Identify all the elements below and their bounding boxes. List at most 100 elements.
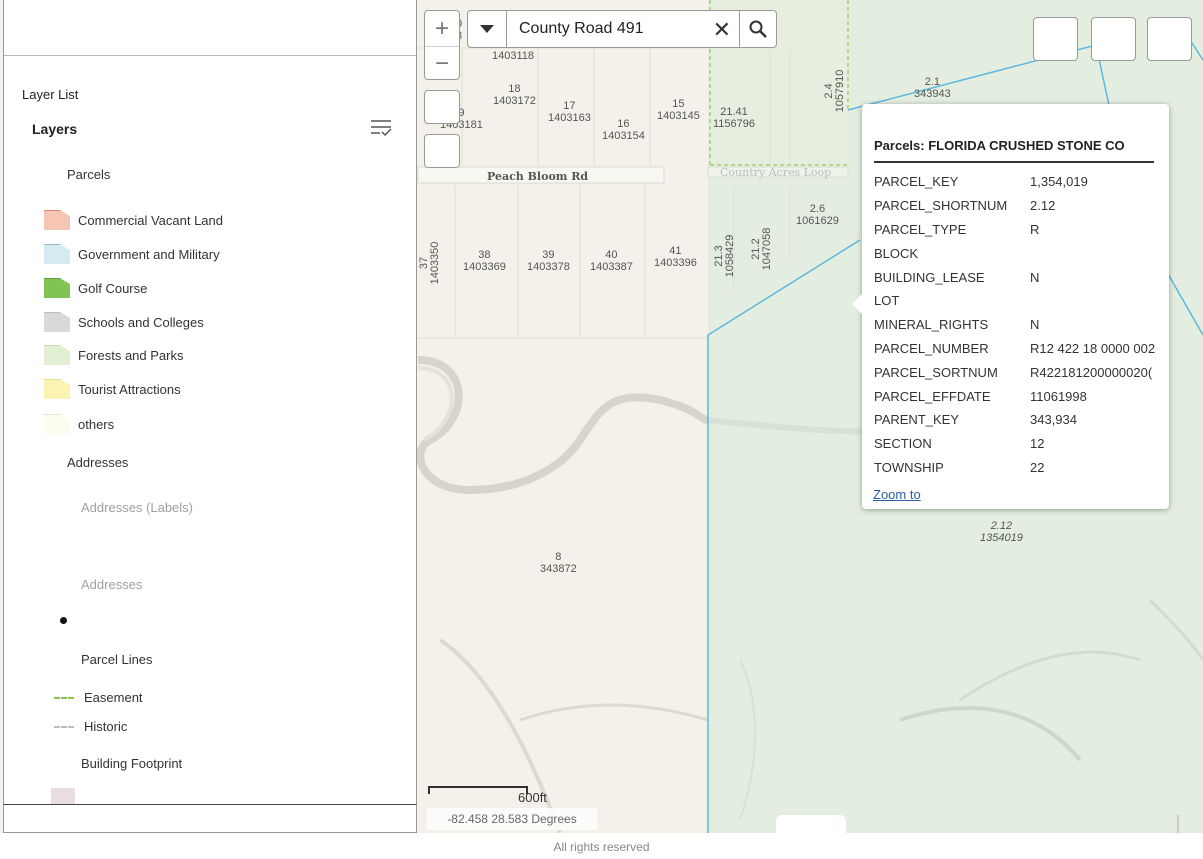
attribute-key: BUILDING_LEASE	[874, 269, 985, 285]
home-button[interactable]	[424, 90, 460, 124]
layer-addresses[interactable]: Addresses	[67, 455, 128, 470]
zoom-to-link[interactable]: Zoom to	[873, 487, 921, 502]
attribute-value	[1030, 289, 1155, 313]
legend-item: Government and Military	[44, 243, 220, 265]
legend-label: Government and Military	[78, 246, 220, 262]
layer-options-icon[interactable]	[369, 118, 393, 140]
parcel-label: 2.4 1057910	[823, 69, 846, 113]
historic-line-symbol	[54, 725, 74, 728]
parcel-label: 8 343872	[540, 551, 577, 575]
attribute-key: TOWNSHIP	[874, 459, 944, 475]
attribute-key: SECTION	[874, 436, 932, 452]
attribute-key: PARCEL_EFFDATE	[874, 388, 991, 404]
parcel-label: 21.2 1047058	[750, 227, 773, 271]
panel-footer	[3, 805, 417, 833]
popup-attribute-row: TOWNSHIP 22	[874, 456, 1155, 480]
popup-attribute-row: SECTION 12	[874, 432, 1155, 456]
popup-attribute-row: PARCEL_KEY 1,354,019	[874, 170, 1155, 194]
building-footprint-swatch	[51, 788, 75, 804]
clear-search-icon[interactable]: ✕	[713, 17, 731, 43]
attribute-key: MINERAL_RIGHTS	[874, 317, 989, 333]
search-source-dropdown[interactable]	[468, 10, 506, 48]
layer-addresses-labels[interactable]: Addresses (Labels)	[81, 500, 193, 515]
attribute-key: PARCEL_KEY	[874, 174, 959, 190]
attribute-value	[1030, 241, 1155, 265]
legend-item-easement: Easement	[54, 690, 143, 705]
parcel-label: 15 1403145	[657, 98, 700, 122]
locate-button[interactable]	[424, 134, 460, 168]
search-input[interactable]: County Road 491 ✕	[506, 11, 740, 47]
parcel-label: 38 1403369	[463, 249, 506, 273]
copyright-text: All rights reserved	[553, 840, 650, 854]
legend-label: Forests and Parks	[78, 347, 184, 363]
search-button[interactable]	[740, 11, 776, 47]
zoom-control: + −	[424, 10, 460, 80]
coordinates-readout: -82.458 28.583 Degrees	[427, 808, 597, 830]
zoom-out-button[interactable]: −	[425, 46, 459, 81]
popup-attribute-row: PARENT_KEY 343,934	[874, 408, 1155, 432]
popup-attribute-row: PARCEL_SHORTNUM 2.12	[874, 194, 1155, 218]
attribute-key: PARCEL_SHORTNUM	[874, 198, 1008, 214]
legend-swatch	[44, 278, 70, 298]
attribute-value: 22	[1030, 459, 1045, 475]
popup-attribute-row: BLOCK	[874, 241, 1155, 265]
search-widget: County Road 491 ✕	[467, 10, 777, 48]
panel-header-bar	[4, 0, 416, 56]
feature-popup: Parcels: FLORIDA CRUSHED STONE CO PARCEL…	[852, 104, 1169, 509]
parcel-label: 37 1403350	[418, 241, 441, 285]
map-tool-button[interactable]	[1091, 17, 1136, 61]
map-tool-button[interactable]	[1033, 17, 1078, 61]
legend-swatch	[44, 345, 70, 365]
layer-parcel-lines[interactable]: Parcel Lines	[81, 652, 153, 667]
parcel-label: 21.3 1058429	[713, 234, 736, 278]
attribute-value: N	[1030, 269, 1040, 285]
legend-item: Forests and Parks	[44, 344, 184, 366]
attribute-key: BLOCK	[874, 245, 919, 261]
attribute-key: LOT	[874, 293, 900, 309]
map-tool-button[interactable]	[1147, 17, 1192, 61]
attribute-value: R12 422 18 0000 002	[1030, 340, 1156, 356]
popup-attribute-row: MINERAL_RIGHTS N	[874, 313, 1155, 337]
attribution-tab[interactable]	[776, 815, 846, 835]
address-point-symbol	[60, 617, 67, 624]
parcel-label: 2.1 343943	[914, 76, 951, 100]
legend-swatch	[44, 414, 70, 434]
layer-building-footprint[interactable]: Building Footprint	[81, 756, 182, 771]
layer-list-panel: Layer List Layers Parcels Commercial Vac…	[3, 0, 417, 805]
attribute-value: 2.12	[1030, 198, 1056, 214]
attribute-value: 343,934	[1030, 412, 1077, 428]
popup-attribute-row: BUILDING_LEASE N	[874, 265, 1155, 289]
parcel-label: 40 1403387	[590, 249, 633, 273]
parcel-label: 41 1403396	[654, 245, 697, 269]
popup-attribute-table: PARCEL_KEY 1,354,019 PARCEL_SHORTNUM 2.12 PA…	[874, 170, 1155, 479]
layer-addresses-sublayer[interactable]: Addresses	[81, 577, 142, 592]
scale-label: 600ft	[518, 790, 547, 805]
layers-heading: Layers	[32, 121, 78, 137]
search-input-value: County Road 491	[519, 20, 644, 37]
popup-attribute-row: LOT	[874, 289, 1155, 313]
attribute-value: R	[1030, 221, 1040, 237]
attribute-value: 12	[1030, 436, 1045, 452]
parcel-label: 16 1403154	[602, 118, 645, 142]
layer-parcels[interactable]: Parcels	[67, 167, 110, 182]
search-icon	[749, 20, 767, 38]
road-label: Country Acres Loop	[720, 166, 832, 179]
legend-label: Golf Course	[78, 280, 148, 296]
attribute-value: 1,354,019	[1030, 174, 1088, 190]
attribute-key: PARCEL_SORTNUM	[874, 364, 998, 380]
popup-title: Parcels: FLORIDA CRUSHED STONE CO	[874, 138, 1154, 163]
legend-item: Tourist Attractions	[44, 378, 181, 400]
legend-swatch	[44, 312, 70, 332]
popup-attribute-row: PARCEL_SORTNUM R422181200000020(	[874, 360, 1155, 384]
legend-swatch	[44, 244, 70, 264]
attribute-value: R422181200000020(	[1030, 364, 1153, 380]
caret-down-icon	[480, 25, 494, 33]
parcel-label: 2.12 1354019	[980, 520, 1023, 544]
legend-label: Tourist Attractions	[78, 381, 181, 397]
attribute-key: PARCEL_NUMBER	[874, 340, 989, 356]
parcel-label: 21.41 1156796	[713, 106, 756, 130]
popup-attribute-row: PARCEL_TYPE R	[874, 218, 1155, 242]
attribute-key: PARENT_KEY	[874, 412, 960, 428]
zoom-in-button[interactable]: +	[425, 11, 459, 46]
panel-title: Layer List	[22, 87, 79, 102]
